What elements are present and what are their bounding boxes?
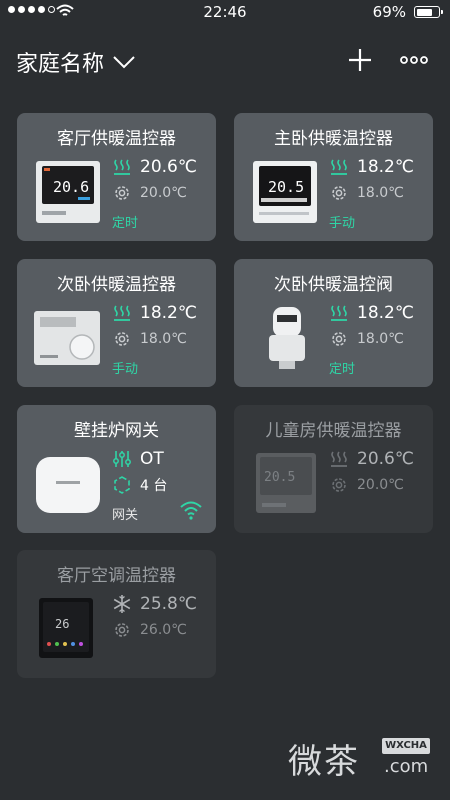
device-name: 次卧供暖温控阀: [274, 275, 393, 295]
device-name: 儿童房供暖温控器: [265, 421, 402, 441]
device-screen-reading: 20.5: [264, 470, 295, 485]
add-device-button[interactable]: [348, 48, 372, 72]
heating-icon: [114, 305, 130, 321]
current-temp: 20.6℃: [357, 449, 414, 469]
heating-icon: [114, 159, 130, 175]
device-card-living-ac[interactable]: 客厅空调温控器 26 25.8℃ 26.0℃: [17, 550, 216, 678]
watermark-badge: WXCHA: [382, 738, 430, 754]
gear-icon: [115, 623, 129, 637]
gear-icon: [332, 332, 346, 346]
heating-icon: [331, 305, 347, 321]
gear-icon: [115, 332, 129, 346]
status-bar: 22:46 69%: [0, 0, 450, 26]
gear-icon: [332, 186, 346, 200]
chevron-down-icon: [113, 56, 135, 69]
thermostat-image: 20.5: [256, 453, 316, 513]
gateway-image: [36, 457, 100, 513]
current-temp: 18.2℃: [140, 303, 197, 323]
set-temp: 18.0℃: [140, 331, 187, 347]
set-temp: 18.0℃: [357, 185, 404, 201]
battery-icon: [414, 6, 443, 18]
heating-icon: [331, 159, 347, 175]
home-name: 家庭名称: [16, 52, 105, 77]
device-card-second-valve[interactable]: 次卧供暖温控阀 18.2℃ 18.0℃ 定时: [234, 259, 433, 387]
ac-controller-image: 26: [39, 598, 93, 658]
sliders-icon: [113, 451, 131, 467]
device-name: 客厅供暖温控器: [57, 129, 176, 149]
mode-label: 手动: [329, 216, 356, 231]
gateway-protocol: OT: [140, 449, 164, 469]
current-temp: 18.2℃: [357, 157, 414, 177]
device-card-master-heating[interactable]: 主卧供暖温控器 20.5 18.2℃ 18.0℃ 手动: [234, 113, 433, 241]
thermostat-image: 20.5: [253, 161, 317, 223]
set-temp: 20.0℃: [357, 477, 404, 493]
watermark-text: 微茶: [288, 742, 360, 782]
thermostat-image: 20.6: [36, 161, 100, 223]
watermark: 微茶 WXCHA .com: [288, 734, 438, 784]
set-temp: 18.0℃: [357, 331, 404, 347]
device-name: 次卧供暖温控器: [57, 275, 176, 295]
snowflake-icon: [113, 595, 131, 613]
device-card-second-heating[interactable]: 次卧供暖温控器 18.2℃ 18.0℃ 手动: [17, 259, 216, 387]
radiator-valve-image: [269, 307, 305, 369]
device-screen-reading: 20.6: [53, 178, 89, 196]
gear-icon: [115, 186, 129, 200]
current-temp: 20.6℃: [140, 157, 197, 177]
more-button[interactable]: [400, 48, 428, 72]
home-selector[interactable]: 家庭名称: [16, 46, 136, 78]
heating-icon: [331, 451, 347, 467]
set-temp: 26.0℃: [140, 622, 187, 638]
header: 家庭名称: [16, 44, 436, 80]
current-temp: 18.2℃: [357, 303, 414, 323]
device-card-living-heating[interactable]: 客厅供暖温控器 20.6 20.6℃ 20.0℃ 定时: [17, 113, 216, 241]
mode-label: 定时: [112, 216, 139, 231]
device-card-boiler-gateway[interactable]: 壁挂炉网关 OT 4 台 网关: [17, 405, 216, 533]
gear-icon: [332, 478, 346, 492]
device-name: 客厅空调温控器: [57, 566, 176, 586]
mode-label: 网关: [112, 508, 139, 523]
wifi-icon: [180, 501, 202, 520]
mode-label: 手动: [112, 362, 139, 377]
battery-percent: 69%: [372, 3, 406, 21]
mode-label: 定时: [329, 362, 356, 377]
device-count: 4 台: [140, 478, 168, 494]
set-temp: 20.0℃: [140, 185, 187, 201]
device-card-kids-heating[interactable]: 儿童房供暖温控器 20.5 20.6℃ 20.0℃: [234, 405, 433, 533]
current-temp: 25.8℃: [140, 594, 197, 614]
thermostat-dial-image: [34, 311, 100, 365]
device-screen-reading: 26: [55, 617, 69, 631]
device-name: 壁挂炉网关: [74, 421, 159, 441]
link-icon: [114, 476, 130, 494]
device-screen-reading: 20.5: [268, 178, 304, 196]
device-name: 主卧供暖温控器: [274, 129, 393, 149]
watermark-domain: .com: [384, 756, 429, 777]
